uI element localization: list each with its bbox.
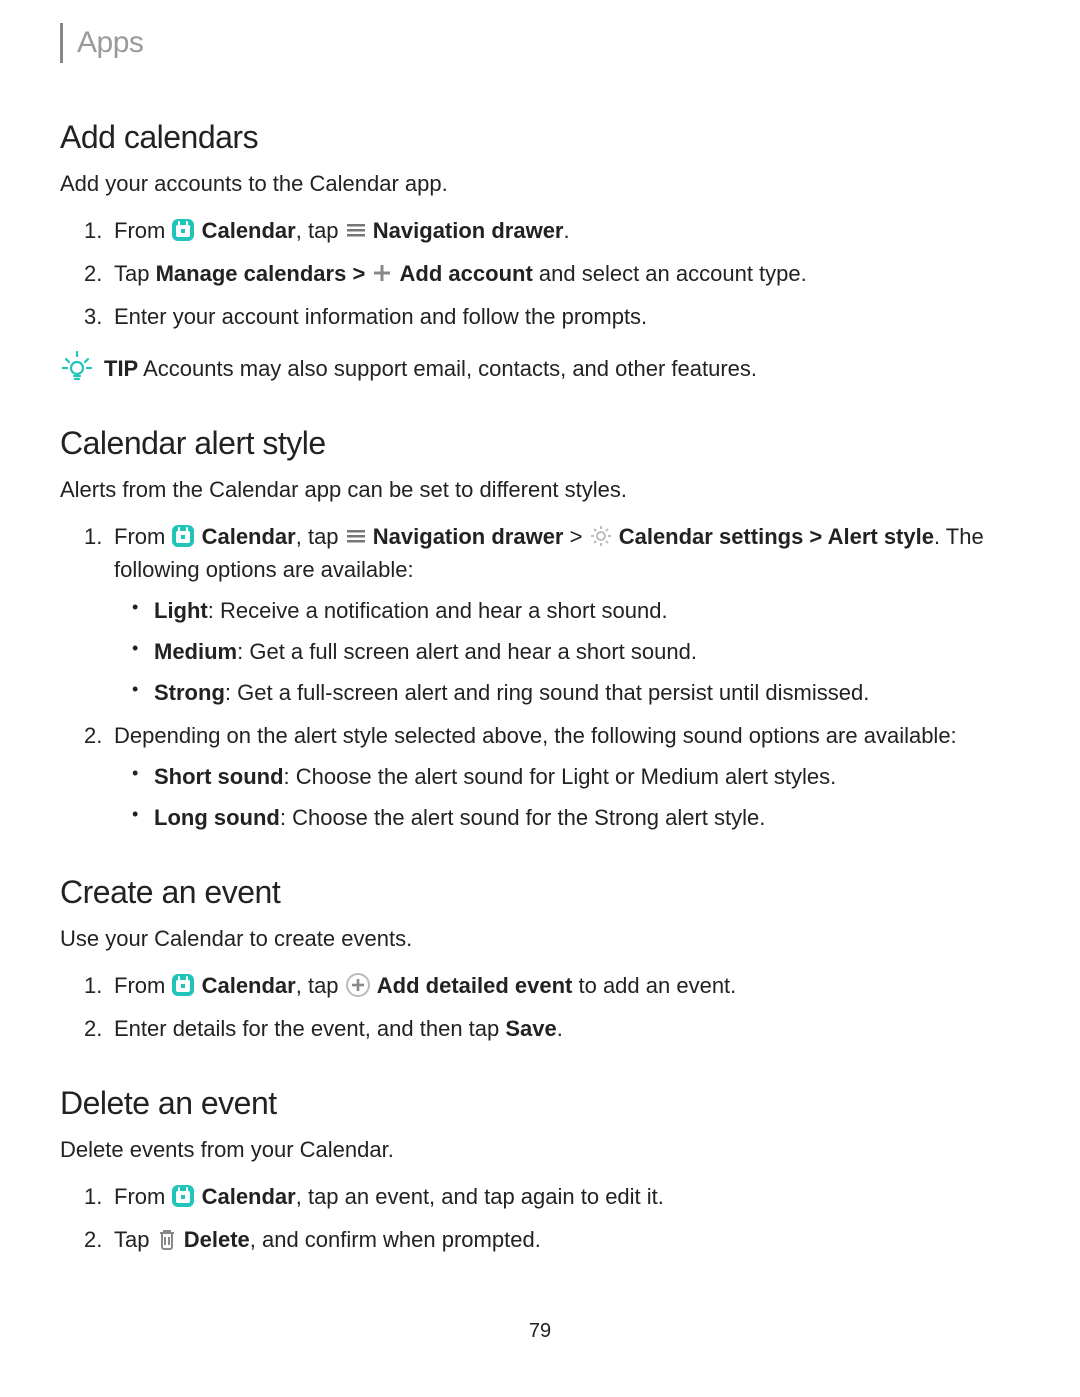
bold-text: Manage calendars > [156, 261, 372, 286]
step-item: Tap Manage calendars > Add account and s… [114, 257, 1020, 290]
text: Enter your account information and follo… [114, 304, 647, 329]
text: : Choose the alert sound for the Strong … [280, 805, 766, 830]
text: Accounts may also support email, contact… [138, 356, 757, 381]
trash-delete-icon [156, 1227, 178, 1251]
text: . [557, 1016, 563, 1041]
header-accent-bar [60, 23, 63, 63]
step-item: Tap Delete, and confirm when prompted. [114, 1223, 1020, 1256]
text: From [114, 218, 171, 243]
text: From [114, 973, 171, 998]
text: : Get a full-screen alert and ring sound… [225, 680, 869, 705]
calendar-app-icon [171, 1184, 195, 1208]
step-item: Depending on the alert style selected ab… [114, 719, 1020, 834]
tip-label: TIP [104, 356, 138, 381]
list-item: Light: Receive a notification and hear a… [154, 594, 1020, 627]
delete-event-steps: From Calendar, tap an event, and tap aga… [60, 1180, 1020, 1256]
page-header: Apps [60, 20, 1020, 65]
text: , tap an event, and tap again to edit it… [296, 1184, 664, 1209]
section-title-delete-event: Delete an event [60, 1079, 1020, 1127]
text: , tap [296, 973, 345, 998]
plus-icon [371, 262, 393, 284]
bold-text: Medium [154, 639, 237, 664]
sound-options-list: Short sound: Choose the alert sound for … [114, 760, 1020, 834]
text: > [564, 524, 589, 549]
section-title-create-event: Create an event [60, 868, 1020, 916]
calendar-app-icon [171, 973, 195, 997]
text: Enter details for the event, and then ta… [114, 1016, 505, 1041]
navigation-drawer-icon [345, 219, 367, 241]
bold-text: Delete [184, 1227, 250, 1252]
list-item: Short sound: Choose the alert sound for … [154, 760, 1020, 793]
navigation-drawer-icon [345, 525, 367, 547]
text: , and confirm when prompted. [250, 1227, 541, 1252]
text: : Receive a notification and hear a shor… [208, 598, 668, 623]
bold-text: Calendar settings [619, 524, 804, 549]
text: , tap [296, 524, 345, 549]
header-title: Apps [77, 20, 143, 65]
bold-text: Add account [400, 261, 533, 286]
bold-text: Save [505, 1016, 556, 1041]
step-item: From Calendar, tap Navigation drawer > C… [114, 520, 1020, 709]
section-desc: Add your accounts to the Calendar app. [60, 167, 1020, 200]
text: : Choose the alert sound for Light or Me… [284, 764, 837, 789]
text: Tap [114, 1227, 156, 1252]
bold-text: Calendar [202, 1184, 296, 1209]
bold-text: Add detailed event [377, 973, 573, 998]
text: and select an account type. [533, 261, 807, 286]
bold-text: Long sound [154, 805, 280, 830]
step-item: Enter your account information and follo… [114, 300, 1020, 333]
bold-text: Calendar [202, 973, 296, 998]
bold-text: Alert style [828, 524, 934, 549]
text: to add an event. [572, 973, 736, 998]
section-desc: Alerts from the Calendar app can be set … [60, 473, 1020, 506]
bold-text: Navigation drawer [373, 218, 564, 243]
text: . [564, 218, 570, 243]
text: Depending on the alert style selected ab… [114, 723, 957, 748]
step-item: From Calendar, tap an event, and tap aga… [114, 1180, 1020, 1213]
list-item: Long sound: Choose the alert sound for t… [154, 801, 1020, 834]
bold-text: Strong [154, 680, 225, 705]
section-title-add-calendars: Add calendars [60, 113, 1020, 161]
tip-text: TIP Accounts may also support email, con… [104, 352, 757, 385]
section-title-alert-style: Calendar alert style [60, 419, 1020, 467]
section-desc: Delete events from your Calendar. [60, 1133, 1020, 1166]
bold-text: Calendar [202, 218, 296, 243]
list-item: Strong: Get a full-screen alert and ring… [154, 676, 1020, 709]
calendar-app-icon [171, 524, 195, 548]
lightbulb-tip-icon [60, 349, 94, 383]
bold-text: Navigation drawer [373, 524, 564, 549]
bold-text: Light [154, 598, 208, 623]
alert-style-steps: From Calendar, tap Navigation drawer > C… [60, 520, 1020, 834]
bold-text: Calendar [202, 524, 296, 549]
add-calendars-steps: From Calendar, tap Navigation drawer. Ta… [60, 214, 1020, 333]
text: From [114, 524, 171, 549]
text: . [934, 524, 946, 549]
text: Tap [114, 261, 156, 286]
create-event-steps: From Calendar, tap Add detailed event to… [60, 969, 1020, 1045]
step-item: Enter details for the event, and then ta… [114, 1012, 1020, 1045]
settings-gear-icon [589, 524, 613, 548]
add-circle-icon [345, 972, 371, 998]
section-desc: Use your Calendar to create events. [60, 922, 1020, 955]
step-item: From Calendar, tap Add detailed event to… [114, 969, 1020, 1002]
list-item: Medium: Get a full screen alert and hear… [154, 635, 1020, 668]
tip-callout: TIP Accounts may also support email, con… [60, 351, 1020, 385]
text: , tap [296, 218, 345, 243]
text: From [114, 1184, 171, 1209]
bold-text: > [803, 524, 827, 549]
page-number: 79 [60, 1316, 1020, 1346]
step-item: From Calendar, tap Navigation drawer. [114, 214, 1020, 247]
alert-options-list: Light: Receive a notification and hear a… [114, 594, 1020, 709]
text: : Get a full screen alert and hear a sho… [237, 639, 697, 664]
bold-text: Short sound [154, 764, 284, 789]
calendar-app-icon [171, 218, 195, 242]
